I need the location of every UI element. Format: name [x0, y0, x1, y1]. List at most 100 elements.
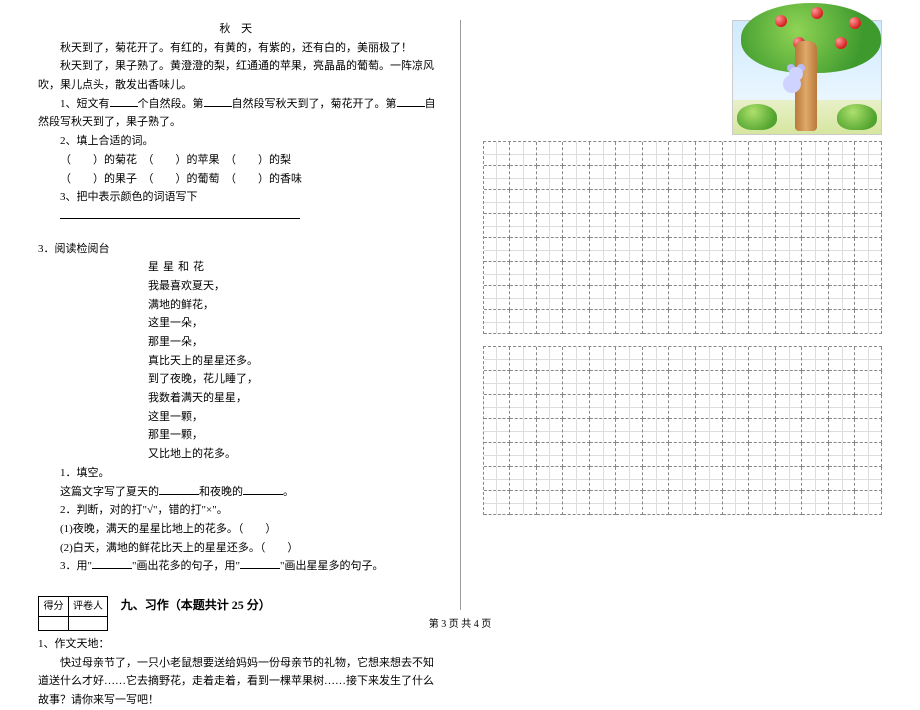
writing-cell[interactable] — [563, 142, 590, 166]
writing-cell[interactable] — [696, 443, 723, 467]
writing-cell[interactable] — [723, 467, 750, 491]
writing-cell[interactable] — [643, 166, 670, 190]
writing-cell[interactable] — [723, 238, 750, 262]
writing-cell[interactable] — [643, 395, 670, 419]
writing-cell[interactable] — [696, 310, 723, 334]
writing-cell[interactable] — [537, 310, 564, 334]
writing-cell[interactable] — [723, 347, 750, 371]
writing-cell[interactable] — [510, 371, 537, 395]
writing-cell[interactable] — [643, 419, 670, 443]
writing-cell[interactable] — [696, 214, 723, 238]
writing-cell[interactable] — [590, 419, 617, 443]
writing-cell[interactable] — [776, 286, 803, 310]
writing-cell[interactable] — [855, 238, 882, 262]
score-blank[interactable] — [39, 616, 69, 630]
blank[interactable] — [204, 95, 232, 107]
writing-cell[interactable] — [749, 395, 776, 419]
writing-cell[interactable] — [855, 371, 882, 395]
writing-cell[interactable] — [590, 371, 617, 395]
writing-cell[interactable] — [776, 214, 803, 238]
writing-cell[interactable] — [669, 262, 696, 286]
writing-cell[interactable] — [802, 371, 829, 395]
writing-cell[interactable] — [749, 347, 776, 371]
writing-cell[interactable] — [776, 190, 803, 214]
writing-cell[interactable] — [590, 286, 617, 310]
writing-cell[interactable] — [537, 190, 564, 214]
writing-cell[interactable] — [590, 262, 617, 286]
writing-cell[interactable] — [537, 395, 564, 419]
writing-cell[interactable] — [616, 467, 643, 491]
writing-cell[interactable] — [643, 371, 670, 395]
writing-cell[interactable] — [749, 371, 776, 395]
writing-cell[interactable] — [723, 371, 750, 395]
writing-cell[interactable] — [616, 443, 643, 467]
writing-cell[interactable] — [723, 190, 750, 214]
writing-cell[interactable] — [643, 262, 670, 286]
writing-cell[interactable] — [776, 347, 803, 371]
writing-cell[interactable] — [484, 443, 511, 467]
writing-cell[interactable] — [723, 419, 750, 443]
writing-cell[interactable] — [643, 443, 670, 467]
writing-cell[interactable] — [510, 395, 537, 419]
writing-cell[interactable] — [484, 347, 511, 371]
writing-cell[interactable] — [776, 371, 803, 395]
blank[interactable] — [243, 483, 283, 495]
writing-cell[interactable] — [776, 166, 803, 190]
writing-cell[interactable] — [855, 395, 882, 419]
writing-cell[interactable] — [776, 310, 803, 334]
writing-cell[interactable] — [696, 238, 723, 262]
writing-cell[interactable] — [616, 419, 643, 443]
writing-cell[interactable] — [590, 347, 617, 371]
writing-cell[interactable] — [723, 142, 750, 166]
writing-cell[interactable] — [749, 491, 776, 515]
writing-cell[interactable] — [696, 467, 723, 491]
writing-cell[interactable] — [749, 467, 776, 491]
writing-cell[interactable] — [537, 419, 564, 443]
writing-cell[interactable] — [590, 166, 617, 190]
writing-cell[interactable] — [802, 310, 829, 334]
writing-cell[interactable] — [510, 238, 537, 262]
writing-cell[interactable] — [616, 286, 643, 310]
writing-cell[interactable] — [723, 214, 750, 238]
writing-cell[interactable] — [749, 238, 776, 262]
writing-cell[interactable] — [855, 142, 882, 166]
writing-cell[interactable] — [669, 214, 696, 238]
writing-cell[interactable] — [829, 395, 856, 419]
writing-cell[interactable] — [669, 142, 696, 166]
writing-cell[interactable] — [484, 395, 511, 419]
writing-cell[interactable] — [802, 467, 829, 491]
writing-cell[interactable] — [484, 142, 511, 166]
writing-cell[interactable] — [696, 286, 723, 310]
writing-cell[interactable] — [537, 467, 564, 491]
writing-cell[interactable] — [510, 419, 537, 443]
writing-cell[interactable] — [696, 142, 723, 166]
writing-cell[interactable] — [749, 142, 776, 166]
writing-cell[interactable] — [855, 467, 882, 491]
writing-cell[interactable] — [643, 286, 670, 310]
writing-cell[interactable] — [802, 419, 829, 443]
writing-cell[interactable] — [749, 262, 776, 286]
writing-cell[interactable] — [537, 443, 564, 467]
writing-cell[interactable] — [590, 395, 617, 419]
blank[interactable] — [159, 483, 199, 495]
writing-cell[interactable] — [776, 419, 803, 443]
blank[interactable] — [397, 95, 425, 107]
writing-cell[interactable] — [563, 443, 590, 467]
writing-cell[interactable] — [643, 142, 670, 166]
writing-cell[interactable] — [616, 347, 643, 371]
writing-cell[interactable] — [590, 491, 617, 515]
writing-cell[interactable] — [484, 166, 511, 190]
writing-cell[interactable] — [616, 262, 643, 286]
writing-cell[interactable] — [563, 166, 590, 190]
writing-cell[interactable] — [510, 347, 537, 371]
writing-cell[interactable] — [829, 347, 856, 371]
writing-cell[interactable] — [510, 262, 537, 286]
writing-cell[interactable] — [669, 491, 696, 515]
writing-cell[interactable] — [723, 491, 750, 515]
writing-cell[interactable] — [749, 166, 776, 190]
writing-cell[interactable] — [669, 310, 696, 334]
writing-cell[interactable] — [855, 190, 882, 214]
blank[interactable] — [110, 95, 138, 107]
writing-cell[interactable] — [802, 491, 829, 515]
writing-cell[interactable] — [590, 142, 617, 166]
